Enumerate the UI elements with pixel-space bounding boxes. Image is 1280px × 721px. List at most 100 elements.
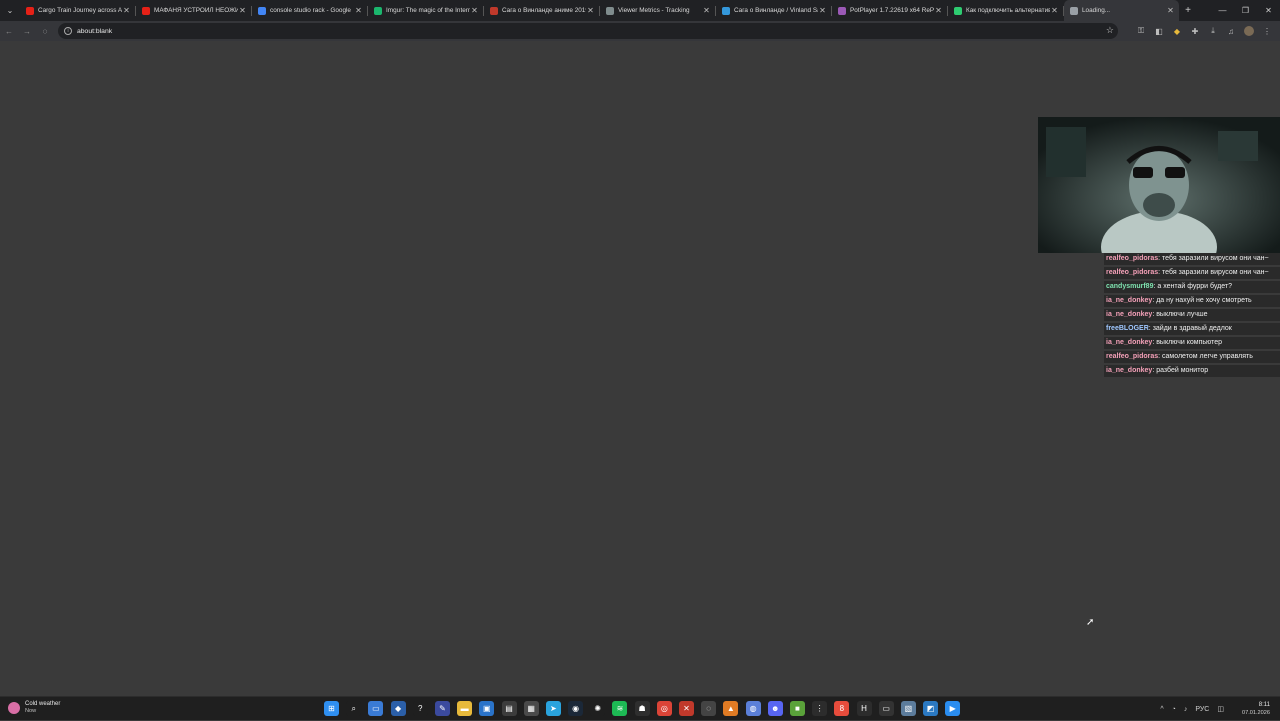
app-icon[interactable]: ✕ <box>679 701 694 716</box>
telegram-icon[interactable]: ➤ <box>545 701 561 716</box>
chatgpt-icon[interactable]: ✺ <box>590 701 606 716</box>
extension-icon[interactable]: ◧ <box>1150 27 1168 36</box>
start-icon[interactable]: ⊞ <box>324 701 339 716</box>
youtube-icon <box>26 6 34 15</box>
tab-close-icon[interactable]: ✕ <box>1050 6 1059 15</box>
app-icon[interactable]: ? <box>412 701 428 716</box>
site-icon <box>490 6 498 15</box>
tabs-container: Cargo Train Journey across Am ✕ МАФАНЯ УСТ… <box>20 0 1179 21</box>
tab-title: console studio rack - Google <box>270 7 351 14</box>
tab-close-icon[interactable]: ✕ <box>934 6 943 15</box>
tab-close-icon[interactable]: ✕ <box>702 6 711 15</box>
app-icon[interactable]: ▣ <box>479 701 495 716</box>
app-icon[interactable]: ◌ <box>701 701 717 716</box>
tab-close-icon[interactable]: ✕ <box>818 6 827 15</box>
terminal-icon[interactable]: ▭ <box>878 701 894 716</box>
close-window-icon[interactable]: ✕ <box>1257 0 1280 21</box>
chat-username: freeBLOGER <box>1106 325 1149 332</box>
weather-widget[interactable]: Cold weather Now <box>8 700 60 715</box>
app-icon[interactable]: ◆ <box>390 701 406 716</box>
browser-tab[interactable]: Loading... ✕ <box>1064 0 1179 21</box>
new-tab-button[interactable]: + <box>1179 5 1197 16</box>
browser-tab[interactable]: Imgur: The magic of the Intern ✕ <box>368 0 483 21</box>
chat-text: тебя заразили вирусом они чан~ <box>1162 255 1269 262</box>
browser-tab[interactable]: Как подключить альтернатив ✕ <box>948 0 1063 21</box>
google-icon <box>258 6 266 15</box>
tab-search-menu-button[interactable]: ⌄ <box>0 0 20 21</box>
webcam-image <box>1038 117 1280 253</box>
clock[interactable]: 8:11 07.01.2026 <box>1234 701 1270 717</box>
extension-icon[interactable]: ⚿ <box>1132 26 1150 36</box>
app-icon[interactable]: ▤ <box>501 701 517 716</box>
app-icon[interactable]: 8 <box>834 701 850 716</box>
forward-icon[interactable]: → <box>18 21 36 41</box>
avatar[interactable] <box>1244 26 1254 36</box>
minecraft-icon[interactable]: ■ <box>789 701 805 716</box>
chat-message: realfeo_pidoras: тебя заразили вирусом о… <box>1104 253 1280 265</box>
app-icon[interactable]: ▶ <box>945 701 961 716</box>
steam-icon[interactable]: ◉ <box>568 701 584 716</box>
tab-close-icon[interactable]: ✕ <box>354 6 363 15</box>
app-icon[interactable]: ✎ <box>434 701 450 716</box>
app-icon[interactable]: ▦ <box>523 701 539 716</box>
tab-close-icon[interactable]: ✕ <box>586 6 595 15</box>
site-icon <box>954 6 962 15</box>
tab-close-icon[interactable]: ✕ <box>1166 6 1175 15</box>
chat-username: realfeo_pidoras <box>1106 269 1159 276</box>
back-icon[interactable]: ← <box>0 21 18 41</box>
app-icon[interactable]: H <box>856 701 872 716</box>
network-icon[interactable]: ◔ <box>1172 706 1176 713</box>
chat-text: разбей монитор <box>1156 367 1209 374</box>
chrome-icon[interactable]: ◎ <box>656 701 672 716</box>
site-info-icon[interactable]: i <box>64 27 72 35</box>
address-bar[interactable]: i about:blank ☆ <box>58 23 1118 39</box>
mouse-cursor-icon: ➚ <box>1086 617 1095 628</box>
browser-tab[interactable]: Viewer Metrics - Tracking ✕ <box>600 0 715 21</box>
tab-close-icon[interactable]: ✕ <box>238 6 247 15</box>
search-icon[interactable]: ⌕ <box>346 701 362 716</box>
bookmark-star-icon[interactable]: ☆ <box>1106 25 1114 36</box>
minimize-icon[interactable]: — <box>1211 0 1234 21</box>
weather-subtitle: Now <box>25 708 37 714</box>
puzzle-icon[interactable]: ✚ <box>1186 27 1204 36</box>
imgur-icon <box>374 6 382 15</box>
chat-overlay: realfeo_pidoras: тебя заразили вирусом о… <box>1104 253 1280 379</box>
browser-tab[interactable]: Сага о Винланде аниме 2019 ✕ <box>484 0 599 21</box>
chat-message: realfeo_pidoras: самолетом легче управля… <box>1104 351 1280 363</box>
browser-tab[interactable]: МАФАНЯ УСТРОИЛ НЕОЖИДАН✕ <box>136 0 251 21</box>
file-explorer-icon[interactable]: ▬ <box>457 701 473 716</box>
app-icon[interactable]: ◩ <box>923 701 939 716</box>
browser-toolbar: ← → ◌ i about:blank ☆ ⚿ ◧ ◆ ✚ ⤓ ♫ ⋮ <box>0 21 1280 41</box>
kebab-menu-icon[interactable]: ⋮ <box>1258 27 1276 36</box>
app-icon[interactable]: ☗ <box>634 701 650 716</box>
app-icon[interactable]: ▲ <box>723 701 739 716</box>
weather-icon <box>8 701 20 714</box>
browser-tab[interactable]: PotPlayer 1.7.22619 x64 RePa ✕ <box>832 0 947 21</box>
volume-icon[interactable]: ◫ <box>1217 705 1224 713</box>
app-icon[interactable]: ⋮ <box>812 701 828 716</box>
chevron-up-icon[interactable]: ^ <box>1160 706 1163 713</box>
language-indicator[interactable]: РУС <box>1195 706 1209 713</box>
tab-title: Imgur: The magic of the Intern <box>386 7 470 14</box>
address-url: about:blank <box>77 27 113 35</box>
tab-title: PotPlayer 1.7.22619 x64 RePa <box>850 7 934 14</box>
stop-loading-icon[interactable]: ◌ <box>36 21 54 41</box>
chat-text: да ну нахуй не хочу смотреть <box>1156 297 1252 304</box>
download-icon[interactable]: ⤓ <box>1204 26 1222 36</box>
browser-tab[interactable]: Сага о Винланде / Vinland Sa ✕ <box>716 0 831 21</box>
task-view-icon[interactable]: ▭ <box>368 701 384 716</box>
app-icon[interactable]: ◍ <box>745 701 761 716</box>
spotify-icon[interactable]: ≋ <box>612 701 628 716</box>
chat-username: realfeo_pidoras <box>1106 353 1159 360</box>
discord-icon[interactable]: ☻ <box>767 701 783 716</box>
loading-icon <box>1070 6 1078 15</box>
media-icon[interactable]: ♫ <box>1222 27 1240 36</box>
tab-close-icon[interactable]: ✕ <box>470 6 479 15</box>
microphone-icon[interactable]: ♪ <box>1184 706 1188 713</box>
extension-icon[interactable]: ◆ <box>1168 27 1186 36</box>
browser-tab[interactable]: Cargo Train Journey across Am ✕ <box>20 0 135 21</box>
app-icon[interactable]: ▧ <box>900 701 916 716</box>
maximize-icon[interactable]: ❐ <box>1234 0 1257 21</box>
tab-close-icon[interactable]: ✕ <box>122 6 131 15</box>
browser-tab[interactable]: console studio rack - Google ✕ <box>252 0 367 21</box>
